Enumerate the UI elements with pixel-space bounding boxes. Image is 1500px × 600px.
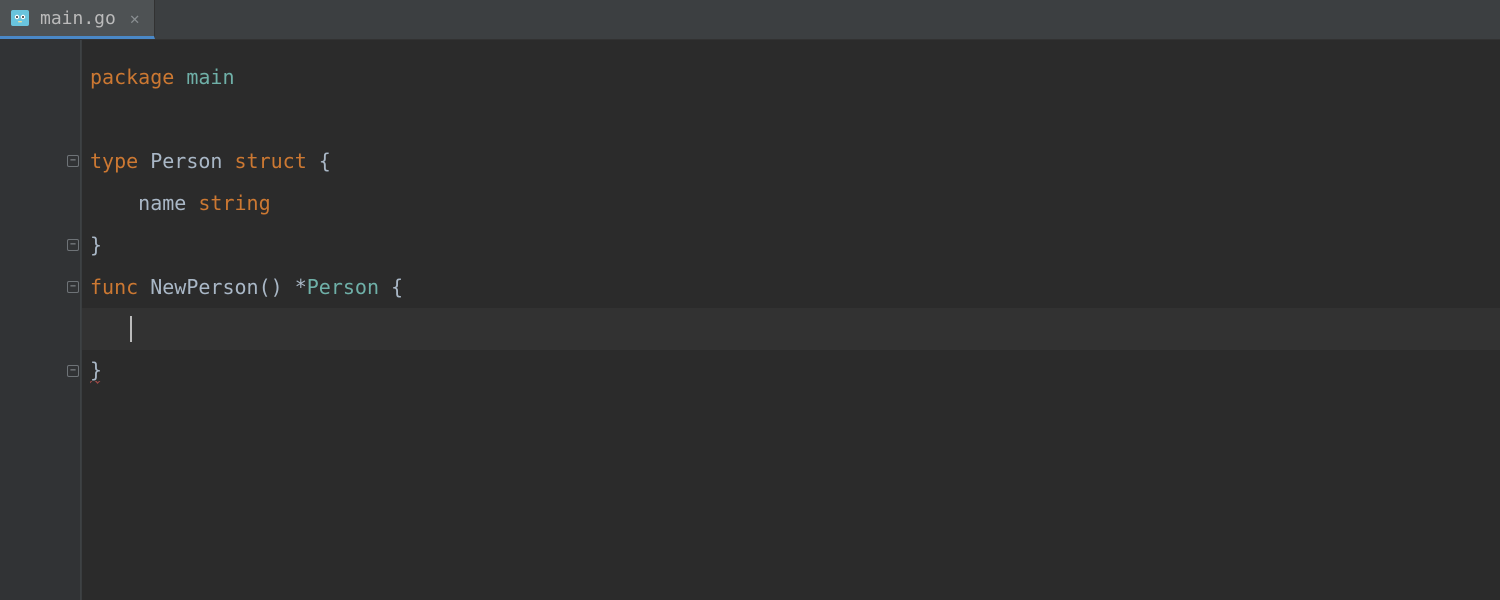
close-tab-icon[interactable]: ✕	[130, 9, 140, 28]
code-line[interactable]: type Person struct {	[82, 140, 1500, 182]
code-token	[138, 275, 150, 299]
fold-toggle-icon[interactable]	[66, 238, 80, 252]
code-token: () *	[259, 275, 307, 299]
code-token	[138, 149, 150, 173]
code-line[interactable]	[82, 98, 1500, 140]
code-token: Person	[150, 149, 222, 173]
code-token: NewPerson	[150, 275, 258, 299]
code-token: Person	[307, 275, 379, 299]
code-line[interactable]: package main	[82, 56, 1500, 98]
editor-tab-label: main.go	[40, 8, 116, 29]
code-token: {	[307, 149, 331, 173]
code-token: package	[90, 65, 174, 89]
code-token: {	[379, 275, 403, 299]
code-token	[174, 65, 186, 89]
code-token: struct	[235, 149, 307, 173]
code-editor[interactable]: package main type Person struct { name st…	[82, 40, 1500, 600]
go-file-icon	[10, 8, 30, 28]
code-token: string	[198, 191, 270, 215]
gutter	[0, 40, 82, 600]
code-token: name	[138, 191, 186, 215]
fold-toggle-icon[interactable]	[66, 154, 80, 168]
code-token	[186, 191, 198, 215]
code-line[interactable]: }	[82, 224, 1500, 266]
code-token: main	[186, 65, 234, 89]
editor-area: package main type Person struct { name st…	[0, 40, 1500, 600]
code-token: }	[90, 233, 102, 257]
text-caret	[130, 316, 132, 342]
fold-toggle-icon[interactable]	[66, 280, 80, 294]
code-token: }	[90, 358, 102, 384]
code-line[interactable]: }	[82, 350, 1500, 392]
code-line[interactable]: name string	[82, 182, 1500, 224]
code-line[interactable]: func NewPerson() *Person {	[82, 266, 1500, 308]
fold-toggle-icon[interactable]	[66, 364, 80, 378]
code-line[interactable]	[82, 308, 1500, 350]
tab-bar: main.go ✕	[0, 0, 1500, 40]
code-token: type	[90, 149, 138, 173]
code-token: func	[90, 275, 138, 299]
code-token	[222, 149, 234, 173]
editor-tab-main-go[interactable]: main.go ✕	[0, 0, 155, 39]
